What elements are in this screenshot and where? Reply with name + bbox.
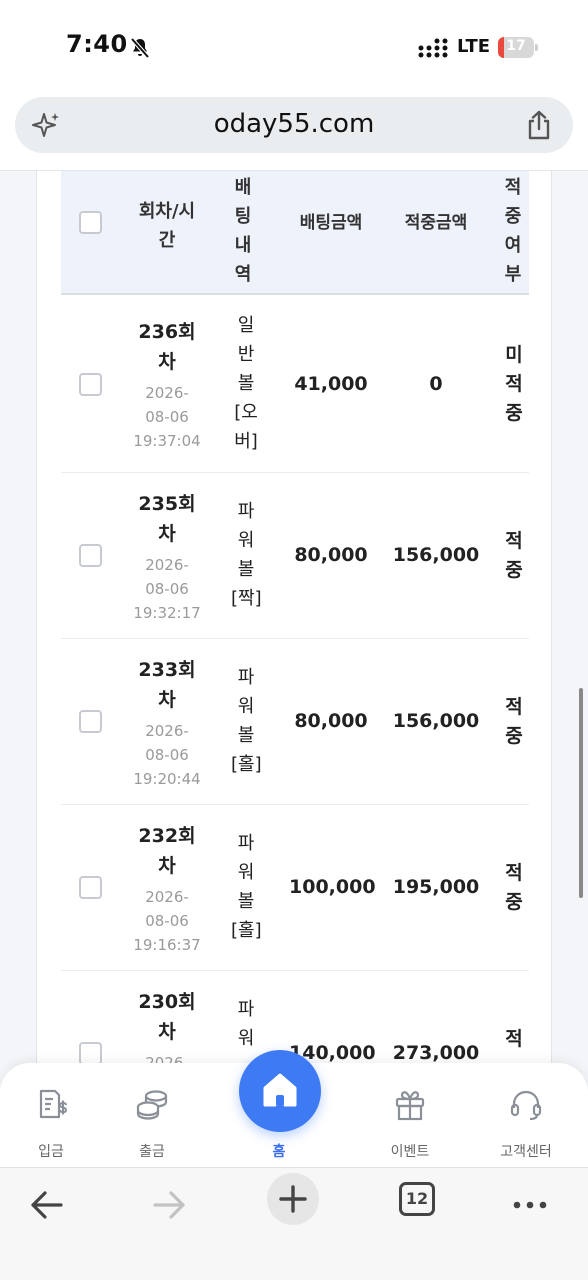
share-icon[interactable] xyxy=(525,109,553,141)
bet-amount: 80,000 xyxy=(294,544,368,566)
bet-detail: 파워 xyxy=(237,999,255,1049)
round-time-cell: 235회차 2026-08-06 19:32:17 xyxy=(133,489,201,625)
round-time-cell: 230회차 2026- xyxy=(133,987,201,1075)
nav-withdraw-label: 출금 xyxy=(139,1144,165,1160)
round-label: 233회차 xyxy=(138,659,196,711)
home-icon xyxy=(263,1073,297,1107)
bet-time: 19:20:44 xyxy=(133,770,201,788)
bet-time: 19:37:04 xyxy=(133,432,201,450)
signal-icon xyxy=(418,38,448,58)
bet-time: 19:32:17 xyxy=(133,604,201,622)
result-status: 적 xyxy=(505,1028,523,1050)
table-header: 회차/시간 배팅내역 배팅금액 적중금액 적중여부 xyxy=(61,171,529,295)
round-time-cell: 232회차 2026-08-06 19:16:37 xyxy=(133,821,201,957)
select-all-checkbox[interactable] xyxy=(79,211,102,234)
round-time-cell: 236회차 2026-08-06 19:37:04 xyxy=(133,317,201,453)
bet-detail: 일반볼[오버] xyxy=(234,315,258,452)
nav-support-label: 고객센터 xyxy=(500,1144,552,1160)
header-win-amount: 적중금액 xyxy=(404,213,468,233)
bet-time: 19:16:37 xyxy=(133,936,201,954)
row-checkbox[interactable] xyxy=(79,876,102,899)
table-row[interactable]: 235회차 2026-08-06 19:32:17 파워볼[짝] 80,000 … xyxy=(61,473,529,639)
gift-icon xyxy=(395,1091,425,1121)
address-bar[interactable]: oday55.com xyxy=(15,97,573,153)
round-label: 230회차 xyxy=(138,991,196,1043)
header-bet-detail: 배팅내역 xyxy=(234,177,252,285)
bet-amount: 100,000 xyxy=(289,876,376,898)
nav-withdraw[interactable]: 출금 xyxy=(102,1063,202,1167)
header-bet-amount: 배팅금액 xyxy=(299,213,363,233)
bet-detail: 파워볼[짝] xyxy=(231,501,262,609)
app-screen: 7:40 LTE 17 oday55.com 회차/시간 배팅내역 배팅금액 적… xyxy=(0,0,588,1280)
win-amount: 0 xyxy=(429,373,443,395)
nav-event-label: 이벤트 xyxy=(390,1144,430,1160)
round-time-cell: 233회차 2026-08-06 19:20:44 xyxy=(133,655,201,791)
win-amount: 156,000 xyxy=(392,544,480,566)
header-result: 적중여부 xyxy=(504,177,522,285)
row-checkbox[interactable] xyxy=(79,1042,102,1065)
nav-home-label: 홈 xyxy=(272,1144,286,1160)
bell-off-icon xyxy=(130,37,150,59)
table-row[interactable]: 233회차 2026-08-06 19:20:44 파워볼[홀] 80,000 … xyxy=(61,639,529,805)
nav-deposit[interactable]: 입금 xyxy=(1,1063,101,1167)
battery-icon: 17 xyxy=(498,37,538,58)
tabs-button[interactable]: 12 xyxy=(399,1182,435,1216)
table-row[interactable]: 236회차 2026-08-06 19:37:04 일반볼[오버] 41,000… xyxy=(61,297,529,473)
round-label: 235회차 xyxy=(138,493,196,545)
row-checkbox[interactable] xyxy=(79,710,102,733)
result-status: 적중 xyxy=(505,696,523,747)
table-row[interactable]: 232회차 2026-08-06 19:16:37 파워볼[홀] 100,000… xyxy=(61,805,529,971)
result-status: 적중 xyxy=(505,862,523,913)
new-tab-icon[interactable] xyxy=(266,1172,320,1226)
bet-date: 2026-08-06 xyxy=(145,384,189,426)
round-label: 236회차 xyxy=(138,321,196,373)
battery-level: 17 xyxy=(506,38,526,54)
nav-event[interactable]: 이벤트 xyxy=(360,1063,460,1167)
nav-deposit-label: 입금 xyxy=(38,1144,64,1160)
row-checkbox[interactable] xyxy=(79,373,102,396)
result-status: 미적중 xyxy=(505,344,523,424)
bet-date: 2026-08-06 xyxy=(145,722,189,764)
bet-date: 2026-08-06 xyxy=(145,888,189,930)
back-icon[interactable] xyxy=(19,1178,73,1232)
coins-icon xyxy=(136,1090,168,1120)
scrollbar[interactable] xyxy=(579,688,583,898)
status-bar: 7:40 LTE 17 xyxy=(0,0,588,90)
win-amount: 195,000 xyxy=(392,876,480,898)
browser-toolbar: 12 xyxy=(0,1167,588,1280)
bet-amount: 41,000 xyxy=(294,373,368,395)
result-status: 적중 xyxy=(505,530,523,581)
bet-amount: 80,000 xyxy=(294,710,368,732)
forward-icon[interactable] xyxy=(143,1178,197,1232)
bet-detail: 파워볼[홀] xyxy=(231,667,262,775)
nav-support[interactable]: 고객센터 xyxy=(476,1063,576,1167)
deposit-icon xyxy=(39,1089,68,1119)
more-icon[interactable] xyxy=(503,1178,557,1232)
home-button[interactable] xyxy=(239,1050,321,1132)
bet-date: 2026-08-06 xyxy=(145,556,189,598)
row-checkbox[interactable] xyxy=(79,544,102,567)
round-label: 232회차 xyxy=(138,825,196,877)
win-amount: 156,000 xyxy=(392,710,480,732)
status-time: 7:40 xyxy=(66,30,128,58)
url-text[interactable]: oday55.com xyxy=(15,109,573,139)
win-amount: 273,000 xyxy=(392,1042,480,1064)
header-round-time: 회차/시간 xyxy=(138,201,196,251)
headset-icon xyxy=(510,1090,542,1121)
network-type: LTE xyxy=(457,36,491,57)
bet-detail: 파워볼[홀] xyxy=(231,833,262,941)
